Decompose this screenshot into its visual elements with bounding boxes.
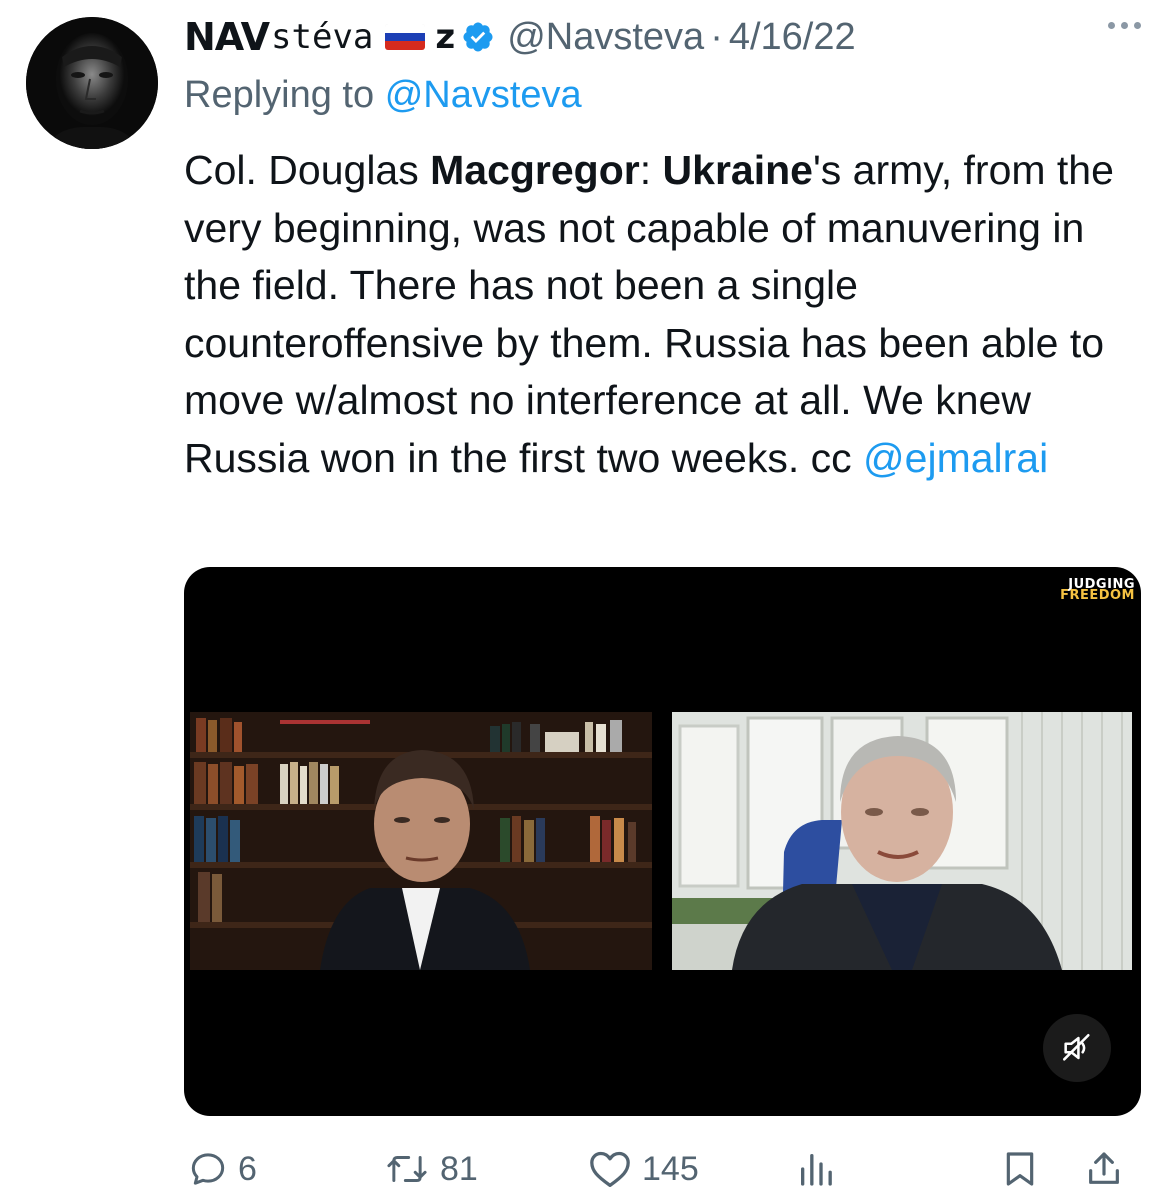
more-icon[interactable] xyxy=(1108,22,1141,29)
tweet-text: Col. Douglas Macgregor: Ukraine's army, … xyxy=(184,142,1134,487)
muted-speaker-icon xyxy=(1062,1033,1090,1061)
retweet-count: 81 xyxy=(440,1149,478,1188)
tweet-text-segment: 's army, from the very beginning, was no… xyxy=(184,147,1114,481)
reply-to-mention[interactable]: @Navsteva xyxy=(385,74,582,116)
retweet-icon xyxy=(387,1156,427,1182)
display-name-part3: z xyxy=(435,17,456,57)
reply-context: Replying to @Navsteva xyxy=(184,70,582,120)
views-button[interactable] xyxy=(796,1144,836,1194)
guest-video-frame xyxy=(672,712,1132,970)
tweet-text-segment: : xyxy=(639,147,663,193)
verified-badge-icon xyxy=(463,22,493,52)
share-icon xyxy=(1089,1152,1119,1184)
tweet-text-bold-macgregor: Macgregor xyxy=(430,147,640,193)
like-count: 145 xyxy=(642,1149,699,1188)
user-handle[interactable]: @Navsteva xyxy=(507,12,704,62)
like-button[interactable]: 145 xyxy=(588,1144,699,1194)
mention-link[interactable]: @ejmalrai xyxy=(863,435,1048,481)
display-name[interactable]: NAV stéva z xyxy=(184,12,495,62)
tweet-text-bold-ukraine: Ukraine xyxy=(662,147,813,193)
separator-dot: · xyxy=(710,16,723,58)
brand-logo: JUDGING FREEDOM xyxy=(1060,578,1135,603)
video-pane-right xyxy=(672,712,1132,970)
like-icon xyxy=(590,1151,630,1187)
views-icon xyxy=(801,1154,832,1186)
mute-toggle-button[interactable] xyxy=(1043,1014,1111,1082)
tweet-date[interactable]: 4/16/22 xyxy=(729,12,856,62)
reply-prefix: Replying to xyxy=(184,74,375,116)
video-player[interactable]: JUDGING FREEDOM xyxy=(184,567,1141,1116)
tweet-text-segment: Col. Douglas xyxy=(184,147,431,193)
reply-count: 6 xyxy=(238,1149,257,1188)
share-button[interactable] xyxy=(1084,1144,1124,1194)
reply-icon xyxy=(191,1153,225,1185)
brand-line-2: FREEDOM xyxy=(1060,588,1135,603)
russia-flag-icon xyxy=(385,24,426,50)
bookmark-button[interactable] xyxy=(1000,1144,1040,1194)
display-name-part1: NAV xyxy=(184,15,270,59)
host-video-frame xyxy=(190,712,652,970)
retweet-button[interactable]: 81 xyxy=(384,1144,478,1194)
avatar-image xyxy=(26,17,158,149)
tweet-actions: 6 81 145 xyxy=(184,1144,1144,1194)
display-name-part2: stéva xyxy=(271,17,374,57)
video-pane-left xyxy=(190,712,652,970)
tweet-header: NAV stéva z @Navsteva · 4/16/22 xyxy=(184,12,856,62)
reply-button[interactable]: 6 xyxy=(188,1144,257,1194)
bookmark-icon xyxy=(1006,1152,1034,1186)
avatar[interactable] xyxy=(26,17,158,149)
